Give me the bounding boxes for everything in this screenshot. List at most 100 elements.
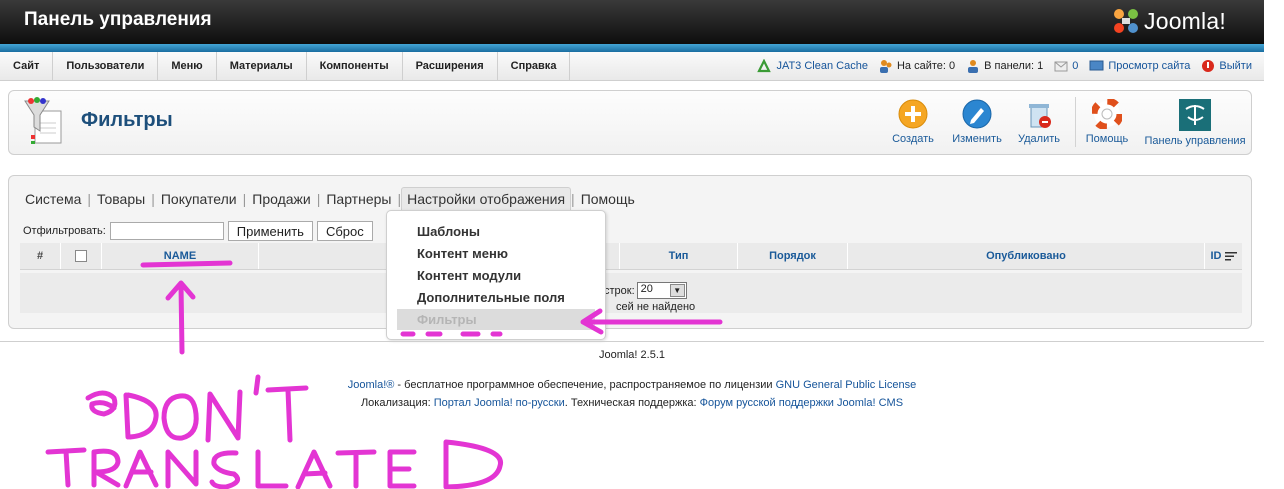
page-title: Фильтры — [81, 109, 173, 131]
column-id-label: ID — [1210, 250, 1222, 262]
rows-label: строк: — [604, 284, 635, 297]
select-all-checkbox[interactable] — [75, 250, 87, 263]
joomla-logo-icon — [1114, 9, 1138, 33]
rows-per-page-select[interactable]: 20 ▼ — [636, 282, 687, 299]
table-header: # NAME Тип Порядок Опубликовано ID — [20, 243, 1242, 270]
gpl-link[interactable]: GNU General Public License — [776, 379, 917, 391]
edit-label: Изменить — [952, 133, 1002, 145]
footer-divider — [0, 341, 1264, 342]
footer-localization-line: Локализация: Портал Joomla! по-русски. Т… — [0, 397, 1264, 409]
tab-sales[interactable]: Продажи — [246, 187, 316, 211]
submenu-item-filters[interactable]: Фильтры — [397, 309, 595, 330]
menu-item-content[interactable]: Материалы — [217, 52, 307, 80]
tab-partners[interactable]: Партнеры — [320, 187, 397, 211]
admin-header: Панель управления Joomla! — [0, 0, 1264, 44]
recycle-icon — [757, 59, 772, 73]
column-type[interactable]: Тип — [620, 243, 738, 269]
logout-item[interactable]: Выйти — [1201, 59, 1252, 73]
submenu-item-extra-fields[interactable]: Дополнительные поля — [417, 290, 565, 305]
delete-button[interactable]: Удалить — [1017, 99, 1061, 145]
clean-cache-link[interactable]: JAT3 Clean Cache — [776, 60, 868, 72]
lifebuoy-icon — [1092, 99, 1122, 129]
status-area: JAT3 Clean Cache На сайте: 0 В панели: 1… — [745, 52, 1252, 80]
trash-icon — [1029, 104, 1051, 128]
menu-item-help[interactable]: Справка — [498, 52, 571, 80]
localization-link[interactable]: Портал Joomla! по-русски — [434, 397, 565, 409]
submenu-item-module-content[interactable]: Контент модули — [417, 268, 521, 283]
column-published[interactable]: Опубликовано — [848, 243, 1205, 269]
dropdown-arrow-icon: ▼ — [669, 284, 685, 297]
display-settings-submenu: Шаблоны Контент меню Контент модули Допо… — [386, 210, 606, 340]
pencil-icon — [962, 99, 992, 129]
help-label: Помощь — [1085, 133, 1129, 145]
mail-icon — [1054, 61, 1068, 72]
support-label: . Техническая поддержка: — [564, 397, 700, 409]
main-menu: Сайт Пользователи Меню Материалы Компоне… — [0, 52, 571, 80]
filter-row: Отфильтровать: Применить Сброс — [23, 221, 377, 241]
tab-products[interactable]: Товары — [91, 187, 151, 211]
footer-license-line: Joomla!® - бесплатное программное обеспе… — [0, 379, 1264, 391]
messages-count[interactable]: 0 — [1072, 60, 1078, 72]
plus-icon — [898, 99, 928, 129]
column-id[interactable]: ID — [1205, 243, 1242, 269]
menu-item-components[interactable]: Компоненты — [307, 52, 403, 80]
help-button[interactable]: Помощь — [1085, 99, 1129, 145]
submenu-item-templates[interactable]: Шаблоны — [417, 224, 480, 239]
column-order[interactable]: Порядок — [738, 243, 848, 269]
logout-icon — [1202, 60, 1215, 72]
toolbar-box: Фильтры Создать Изменить Удалить Помощь … — [8, 90, 1252, 155]
content-box: Система | Товары | Покупатели | Продажи … — [8, 175, 1252, 329]
license-text: - бесплатное программное обеспечение, ра… — [394, 379, 776, 391]
clean-cache-item[interactable]: JAT3 Clean Cache — [756, 59, 868, 73]
logout-link[interactable]: Выйти — [1219, 60, 1252, 72]
tab-system[interactable]: Система — [19, 187, 87, 211]
filter-input[interactable] — [109, 222, 224, 240]
apply-button[interactable]: Применить — [227, 221, 313, 241]
reset-button[interactable]: Сброс — [316, 221, 373, 241]
tab-display-settings[interactable]: Настройки отображения — [401, 187, 572, 211]
header-title: Панель управления — [24, 9, 212, 30]
support-link[interactable]: Форум русской поддержки Joomla! CMS — [700, 397, 903, 409]
control-panel-icon — [1179, 99, 1211, 131]
delete-label: Удалить — [1018, 133, 1060, 145]
view-site-item[interactable]: Просмотр сайта — [1089, 60, 1190, 72]
joomla-link[interactable]: Joomla!® — [348, 379, 395, 391]
edit-button[interactable]: Изменить — [949, 99, 1005, 145]
create-button[interactable]: Создать — [891, 99, 935, 145]
column-name[interactable]: NAME — [102, 243, 259, 269]
menu-item-site[interactable]: Сайт — [0, 52, 54, 80]
sort-icon — [1224, 251, 1237, 261]
menu-item-extensions[interactable]: Расширения — [403, 52, 498, 80]
menu-item-menus[interactable]: Меню — [158, 52, 217, 80]
version-text: Joomla! 2.5.1 — [598, 349, 666, 361]
users-on-site: На сайте: 0 — [879, 59, 955, 73]
in-panel-count: В панели: 1 — [984, 60, 1044, 72]
filter-funnel-icon — [24, 97, 62, 144]
monitor-icon — [1089, 60, 1104, 71]
component-tabs: Система | Товары | Покупатели | Продажи … — [19, 187, 641, 211]
on-site-count: На сайте: 0 — [896, 60, 956, 72]
tab-customers[interactable]: Покупатели — [155, 187, 243, 211]
rows-per-page-value: 20 — [640, 283, 653, 295]
messages-item[interactable]: 0 — [1054, 60, 1078, 72]
toolbar-separator — [1075, 97, 1076, 147]
empty-message: сей не найдено — [616, 301, 696, 313]
menu-item-users[interactable]: Пользователи — [53, 52, 159, 80]
header-accent-bar — [0, 44, 1264, 52]
column-checkbox — [61, 243, 102, 269]
control-panel-label: Панель управления — [1144, 135, 1246, 147]
admin-users-icon — [968, 60, 979, 73]
filter-label: Отфильтровать: — [23, 225, 106, 237]
create-label: Создать — [892, 133, 934, 145]
tab-help[interactable]: Помощь — [575, 187, 641, 211]
users-icon — [879, 60, 892, 73]
column-number: # — [20, 243, 61, 269]
view-site-link[interactable]: Просмотр сайта — [1108, 60, 1190, 72]
joomla-logo-text: Joomla! — [1144, 8, 1226, 34]
menu-bar: Сайт Пользователи Меню Материалы Компоне… — [0, 52, 1264, 81]
pagination: строк: 20 ▼ — [604, 282, 687, 299]
localization-label: Локализация: — [360, 397, 434, 409]
users-in-panel: В панели: 1 — [966, 59, 1043, 73]
control-panel-button[interactable]: Панель управления — [1143, 99, 1247, 147]
submenu-item-menu-content[interactable]: Контент меню — [417, 246, 508, 261]
